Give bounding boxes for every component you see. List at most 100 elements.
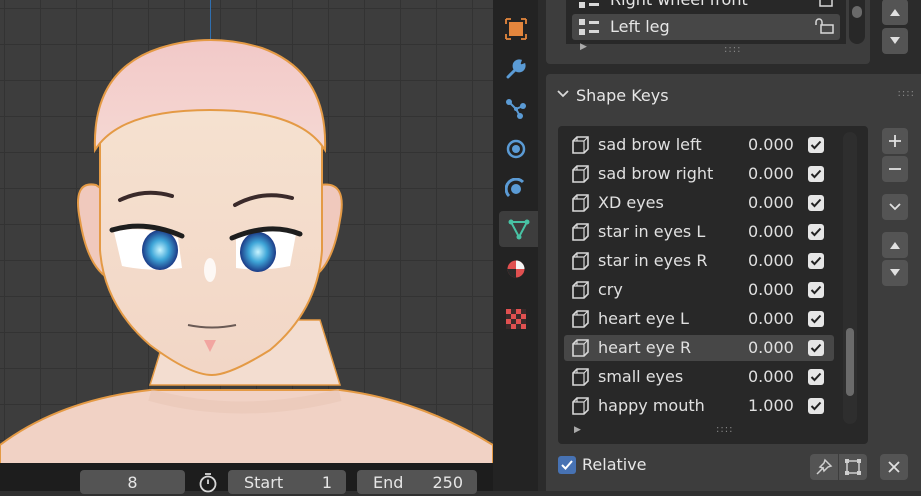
move-shape-key-up-button[interactable] xyxy=(882,232,908,258)
clear-shape-keys-button[interactable] xyxy=(880,454,908,480)
shape-key-row[interactable]: sad brow right 0.000 xyxy=(564,161,834,187)
shape-key-row[interactable]: happy mouth 1.000 xyxy=(564,393,834,419)
shape-key-value[interactable]: 0.000 xyxy=(748,164,794,183)
relative-label[interactable]: Relative xyxy=(582,455,647,474)
mesh-data-tab[interactable] xyxy=(499,211,538,247)
end-frame-field[interactable]: End 250 xyxy=(357,470,477,494)
3d-viewport[interactable] xyxy=(0,0,493,491)
shape-key-name[interactable]: sad brow left xyxy=(598,135,702,154)
shape-key-name[interactable]: heart eye R xyxy=(598,338,691,357)
shape-key-name[interactable]: sad brow right xyxy=(598,164,713,183)
vertex-group-item[interactable]: Right wheel front xyxy=(572,0,840,13)
list-resize-grip[interactable]: :::: xyxy=(724,44,741,55)
texture-tab[interactable] xyxy=(497,301,534,337)
pin-icon xyxy=(816,458,833,475)
close-icon xyxy=(888,461,900,473)
shape-key-name[interactable]: star in eyes L xyxy=(598,222,705,241)
properties-editor: Right wheel front Left leg ▶ :::: xyxy=(538,0,921,491)
constraints-icon xyxy=(504,178,524,198)
add-shape-key-button[interactable] xyxy=(882,128,908,154)
expand-list-triangle-icon[interactable]: ▶ xyxy=(574,425,581,435)
checkmark-icon xyxy=(561,460,573,470)
shape-key-mute-checkbox[interactable] xyxy=(808,195,824,211)
current-frame-field[interactable]: 8 xyxy=(80,470,185,494)
physics-tab[interactable] xyxy=(497,131,534,167)
shape-key-value[interactable]: 0.000 xyxy=(748,222,794,241)
object-tab[interactable] xyxy=(497,11,534,47)
shape-key-name[interactable]: heart eye L xyxy=(598,309,689,328)
shape-key-row[interactable]: star in eyes L 0.000 xyxy=(564,219,834,245)
move-group-up-button[interactable] xyxy=(882,0,908,25)
vertex-group-list[interactable]: Right wheel front Left leg xyxy=(566,0,846,44)
shape-key-lock-button[interactable] xyxy=(810,454,838,480)
move-shape-key-down-button[interactable] xyxy=(882,260,908,286)
shape-key-name[interactable]: XD eyes xyxy=(598,193,664,212)
shape-key-row[interactable]: cry 0.000 xyxy=(564,277,834,303)
shape-key-value[interactable]: 0.000 xyxy=(748,367,794,386)
shape-key-name[interactable]: star in eyes R xyxy=(598,251,707,270)
vertex-group-scrollbar[interactable] xyxy=(849,0,865,44)
panel-drag-grip[interactable]: :::: xyxy=(898,88,915,99)
shape-key-value[interactable]: 1.000 xyxy=(748,396,794,415)
shape-keys-header[interactable]: Shape Keys :::: xyxy=(546,74,921,118)
start-frame-field[interactable]: Start 1 xyxy=(228,470,346,494)
shape-key-value[interactable]: 0.000 xyxy=(748,338,794,357)
shape-key-mute-checkbox[interactable] xyxy=(808,137,824,153)
scrollbar-thumb[interactable] xyxy=(846,328,854,396)
shape-key-list[interactable]: sad brow left 0.000 sad brow right 0.000 XD … xyxy=(558,126,868,444)
shape-key-mute-checkbox[interactable] xyxy=(808,369,824,385)
list-resize-grip[interactable]: :::: xyxy=(716,424,733,435)
shape-key-scrollbar[interactable] xyxy=(843,132,857,424)
chevron-down-icon xyxy=(889,203,901,211)
constraints-tab[interactable] xyxy=(497,171,534,207)
shape-key-icon xyxy=(572,339,589,357)
shape-key-mute-checkbox[interactable] xyxy=(808,166,824,182)
shape-key-icon xyxy=(572,136,589,154)
shape-key-mute-checkbox[interactable] xyxy=(808,224,824,240)
lock-icon[interactable] xyxy=(818,0,836,7)
checkmark-icon xyxy=(810,285,822,295)
start-frame-value: 1 xyxy=(321,473,332,492)
shape-key-row[interactable]: heart eye L 0.000 xyxy=(564,306,834,332)
shape-key-mute-checkbox[interactable] xyxy=(808,311,824,327)
modifier-tab[interactable] xyxy=(497,51,534,87)
shape-key-row[interactable]: XD eyes 0.000 xyxy=(564,190,834,216)
expand-list-triangle-icon[interactable]: ▶ xyxy=(580,42,587,52)
vertex-group-item[interactable]: Left leg xyxy=(572,14,840,40)
move-group-down-button[interactable] xyxy=(882,28,908,54)
shape-key-specials-button[interactable] xyxy=(882,194,908,220)
shape-key-value[interactable]: 0.000 xyxy=(748,309,794,328)
stopwatch-icon[interactable] xyxy=(196,471,220,493)
particles-tab[interactable] xyxy=(497,91,534,127)
unlock-icon[interactable] xyxy=(814,18,836,34)
vertex-group-label: Right wheel front xyxy=(610,0,748,9)
material-icon xyxy=(507,260,524,278)
shape-key-mute-checkbox[interactable] xyxy=(808,398,824,414)
character-head-model xyxy=(0,39,493,470)
shape-key-value[interactable]: 0.000 xyxy=(748,193,794,212)
remove-shape-key-button[interactable] xyxy=(882,156,908,182)
relative-checkbox[interactable] xyxy=(558,456,576,474)
shape-key-mute-checkbox[interactable] xyxy=(808,340,824,356)
shape-key-mute-checkbox[interactable] xyxy=(808,282,824,298)
shape-key-edit-mode-button[interactable] xyxy=(839,454,867,480)
plus-icon xyxy=(889,135,901,147)
texture-icon xyxy=(505,309,526,329)
particles-icon xyxy=(505,99,526,119)
shape-key-row[interactable]: star in eyes R 0.000 xyxy=(564,248,834,274)
shape-key-value[interactable]: 0.000 xyxy=(748,280,794,299)
shape-key-row[interactable]: small eyes 0.000 xyxy=(564,364,834,390)
shape-key-row[interactable]: heart eye R 0.000 xyxy=(564,335,834,361)
checkmark-icon xyxy=(810,256,822,266)
shape-key-name[interactable]: cry xyxy=(598,280,623,299)
shape-key-value[interactable]: 0.000 xyxy=(748,251,794,270)
timeline-bar: 8 Start 1 End 250 xyxy=(0,463,493,494)
shape-key-row[interactable]: sad brow left 0.000 xyxy=(564,132,834,158)
shape-key-mute-checkbox[interactable] xyxy=(808,253,824,269)
material-tab[interactable] xyxy=(497,251,534,287)
shape-key-value[interactable]: 0.000 xyxy=(748,135,794,154)
shape-key-icon xyxy=(572,397,589,415)
checkmark-icon xyxy=(810,169,822,179)
shape-key-name[interactable]: happy mouth xyxy=(598,396,705,415)
shape-key-name[interactable]: small eyes xyxy=(598,367,683,386)
